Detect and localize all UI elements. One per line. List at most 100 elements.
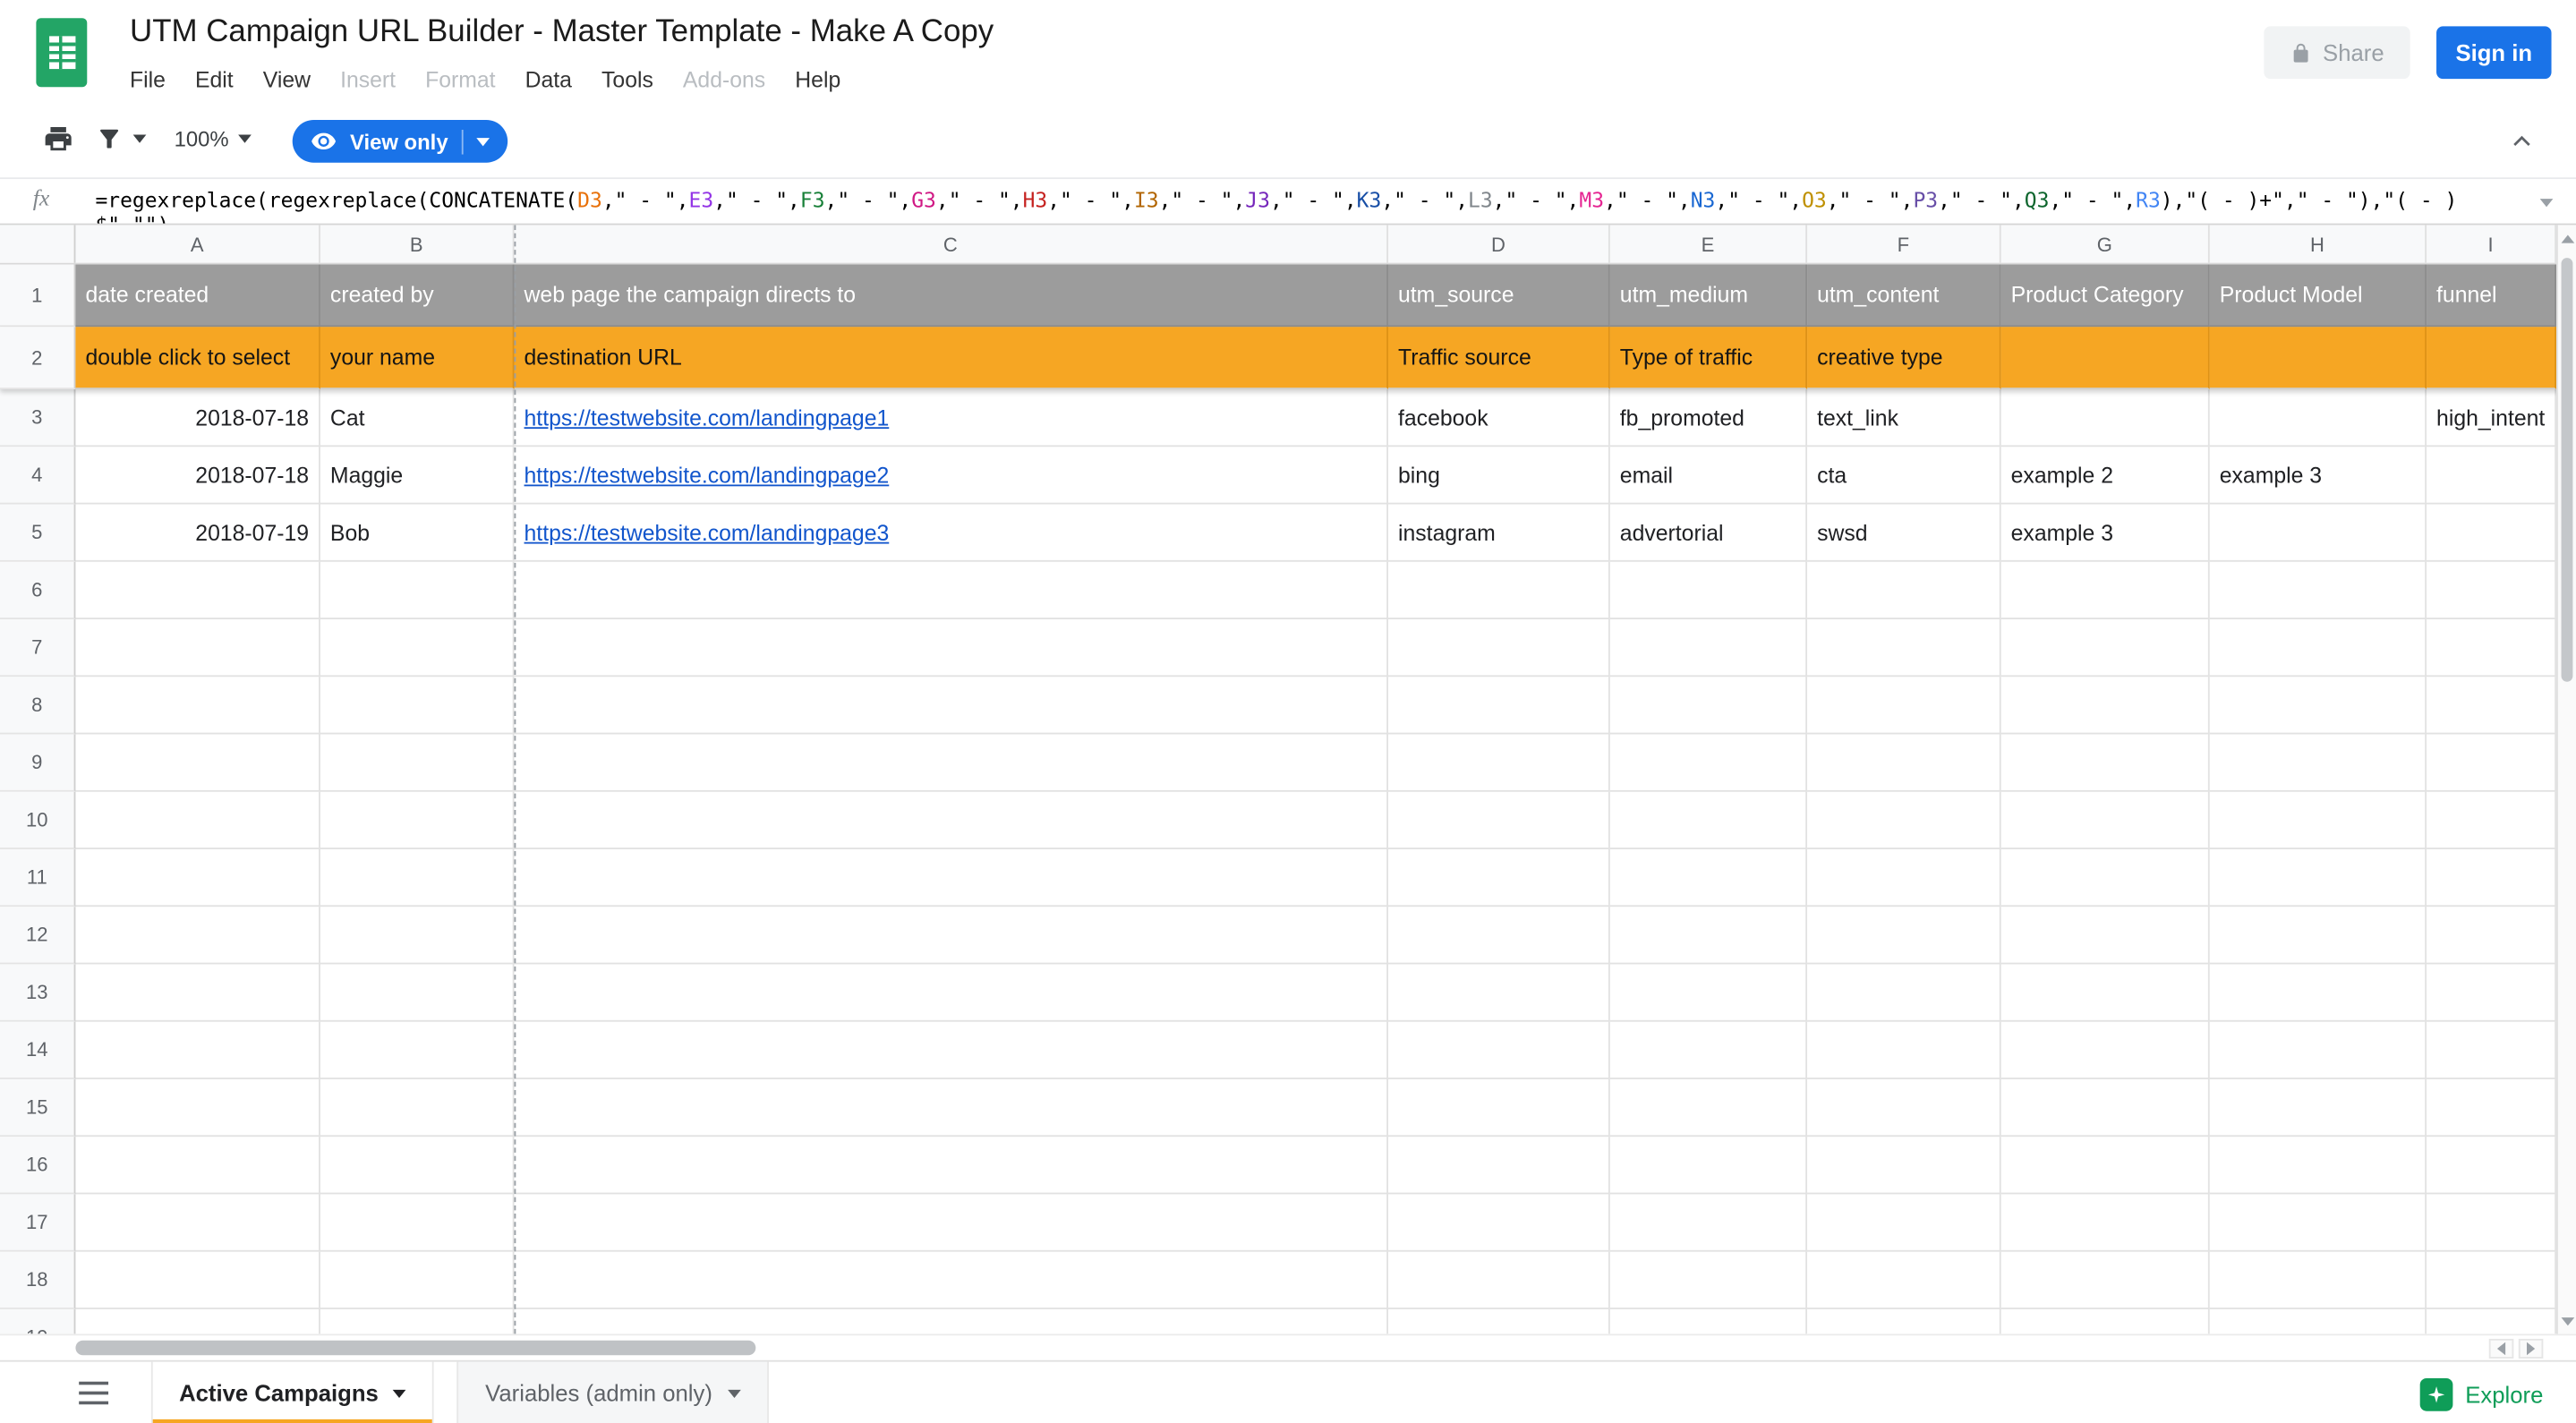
chevron-down-icon[interactable] (727, 1389, 740, 1397)
cell-H10[interactable] (2210, 792, 2427, 849)
cell-C16[interactable] (515, 1137, 1388, 1194)
cell-B15[interactable] (320, 1079, 515, 1137)
row-header-7[interactable]: 7 (0, 619, 75, 677)
cell-link[interactable]: https://testwebsite.com/landingpage3 (525, 520, 890, 545)
cell-D14[interactable] (1388, 1022, 1610, 1079)
menu-file[interactable]: File (115, 64, 180, 96)
vertical-scrollbar[interactable] (2556, 225, 2576, 1334)
row-header-15[interactable]: 15 (0, 1079, 75, 1137)
cell-G14[interactable] (2001, 1022, 2210, 1079)
cell-B7[interactable] (320, 619, 515, 677)
cell-F7[interactable] (1807, 619, 2001, 677)
cell-H17[interactable] (2210, 1194, 2427, 1251)
scroll-right-button[interactable] (2519, 1339, 2544, 1359)
cell-B19[interactable] (320, 1309, 515, 1334)
cell-C14[interactable] (515, 1022, 1388, 1079)
cell-I10[interactable] (2427, 792, 2556, 849)
cell-E17[interactable] (1610, 1194, 1807, 1251)
cell-B13[interactable] (320, 964, 515, 1021)
cell-A19[interactable] (75, 1309, 320, 1334)
cell-B11[interactable] (320, 849, 515, 907)
row-header-10[interactable]: 10 (0, 792, 75, 849)
cell-E6[interactable] (1610, 562, 1807, 619)
cell-F6[interactable] (1807, 562, 2001, 619)
menu-edit[interactable]: Edit (180, 64, 248, 96)
cell-B18[interactable] (320, 1252, 515, 1309)
cell-H7[interactable] (2210, 619, 2427, 677)
cell-D19[interactable] (1388, 1309, 1610, 1334)
row-header-13[interactable]: 13 (0, 964, 75, 1021)
cell-A13[interactable] (75, 964, 320, 1021)
cell-B6[interactable] (320, 562, 515, 619)
row-header-12[interactable]: 12 (0, 907, 75, 964)
menu-insert[interactable]: Insert (326, 64, 411, 96)
sheet-tab-variables-admin-only[interactable]: Variables (admin only) (457, 1362, 768, 1423)
cell-H19[interactable] (2210, 1309, 2427, 1334)
cell-F16[interactable] (1807, 1137, 2001, 1194)
cell-E13[interactable] (1610, 964, 1807, 1021)
cell-B12[interactable] (320, 907, 515, 964)
cell-E16[interactable] (1610, 1137, 1807, 1194)
cell-H16[interactable] (2210, 1137, 2427, 1194)
cell-A4[interactable]: 2018-07-18 (75, 447, 320, 504)
cell-C13[interactable] (515, 964, 1388, 1021)
menu-data[interactable]: Data (510, 64, 586, 96)
cell-G8[interactable] (2001, 677, 2210, 734)
cell-G11[interactable] (2001, 849, 2210, 907)
cell-D10[interactable] (1388, 792, 1610, 849)
cell-I6[interactable] (2427, 562, 2556, 619)
cell-C11[interactable] (515, 849, 1388, 907)
cell-I18[interactable] (2427, 1252, 2556, 1309)
cell-I5[interactable] (2427, 504, 2556, 561)
cell-E1[interactable]: utm_medium (1610, 265, 1807, 328)
cell-H8[interactable] (2210, 677, 2427, 734)
cell-I16[interactable] (2427, 1137, 2556, 1194)
filter-views-button[interactable] (95, 124, 146, 152)
cell-G3[interactable] (2001, 389, 2210, 447)
cell-H4[interactable]: example 3 (2210, 447, 2427, 504)
cell-G12[interactable] (2001, 907, 2210, 964)
cell-D9[interactable] (1388, 734, 1610, 791)
cell-G9[interactable] (2001, 734, 2210, 791)
cell-A14[interactable] (75, 1022, 320, 1079)
menu-add-ons[interactable]: Add-ons (668, 64, 780, 96)
cell-G5[interactable]: example 3 (2001, 504, 2210, 561)
cell-I4[interactable] (2427, 447, 2556, 504)
cell-E18[interactable] (1610, 1252, 1807, 1309)
cell-E2[interactable]: Type of traffic (1610, 327, 1807, 389)
cell-C1[interactable]: web page the campaign directs to (515, 265, 1388, 328)
cell-I3[interactable]: high_intent (2427, 389, 2556, 447)
explore-button[interactable]: Explore (2406, 1370, 2556, 1419)
cell-F17[interactable] (1807, 1194, 2001, 1251)
cell-G17[interactable] (2001, 1194, 2210, 1251)
row-header-1[interactable]: 1 (0, 265, 75, 328)
cell-C4[interactable]: https://testwebsite.com/landingpage2 (515, 447, 1388, 504)
cell-A10[interactable] (75, 792, 320, 849)
chevron-down-icon[interactable] (393, 1389, 406, 1397)
cell-I17[interactable] (2427, 1194, 2556, 1251)
cell-D4[interactable]: bing (1388, 447, 1610, 504)
cell-F3[interactable]: text_link (1807, 389, 2001, 447)
cell-B4[interactable]: Maggie (320, 447, 515, 504)
cell-F13[interactable] (1807, 964, 2001, 1021)
cell-C8[interactable] (515, 677, 1388, 734)
menu-tools[interactable]: Tools (587, 64, 669, 96)
cell-A18[interactable] (75, 1252, 320, 1309)
row-header-14[interactable]: 14 (0, 1022, 75, 1079)
cell-C10[interactable] (515, 792, 1388, 849)
cell-H11[interactable] (2210, 849, 2427, 907)
cell-link[interactable]: https://testwebsite.com/landingpage2 (525, 463, 890, 488)
horizontal-scrollbar-thumb[interactable] (75, 1341, 755, 1356)
cell-B16[interactable] (320, 1137, 515, 1194)
row-header-18[interactable]: 18 (0, 1252, 75, 1309)
cell-A12[interactable] (75, 907, 320, 964)
column-header-H[interactable]: H (2210, 225, 2427, 262)
cell-G13[interactable] (2001, 964, 2210, 1021)
cell-F8[interactable] (1807, 677, 2001, 734)
cell-C7[interactable] (515, 619, 1388, 677)
cell-H1[interactable]: Product Model (2210, 265, 2427, 328)
cell-I8[interactable] (2427, 677, 2556, 734)
cell-F9[interactable] (1807, 734, 2001, 791)
cell-C18[interactable] (515, 1252, 1388, 1309)
cell-C19[interactable] (515, 1309, 1388, 1334)
